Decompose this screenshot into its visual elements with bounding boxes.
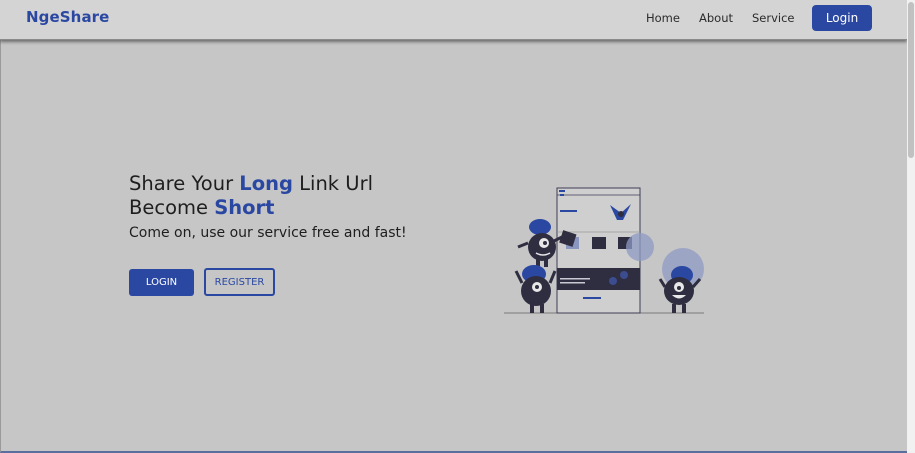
scrollbar-thumb[interactable] (908, 2, 914, 158)
hero-login-button[interactable]: LOGIN (129, 269, 194, 296)
scrollbar[interactable] (907, 0, 915, 453)
monsters-building-webpage-illustration-icon (504, 187, 704, 314)
navbar: NgeShare Home About Service Login (0, 0, 907, 40)
nav-link-service[interactable]: Service (752, 11, 795, 25)
hero-title-accent-long: Long (239, 172, 293, 195)
nav-link-home[interactable]: Home (646, 11, 680, 25)
hero-title-text-1: Share Your (129, 172, 240, 195)
hero-title-accent-short: Short (214, 196, 275, 219)
hero-subtitle: Come on, use our service free and fast! (129, 225, 407, 241)
hero-title-text-2: Link Url (292, 172, 374, 195)
hero-title-text-3: Become (129, 196, 215, 219)
hero-illustration (500, 183, 710, 322)
hero-title: Share Your Long Link Url Become Short (129, 172, 459, 220)
hero-register-button[interactable]: REGISTER (204, 268, 275, 296)
brand-logo[interactable]: NgeShare (26, 8, 109, 26)
nav-login-button[interactable]: Login (812, 5, 872, 31)
nav-link-about[interactable]: About (699, 11, 733, 25)
